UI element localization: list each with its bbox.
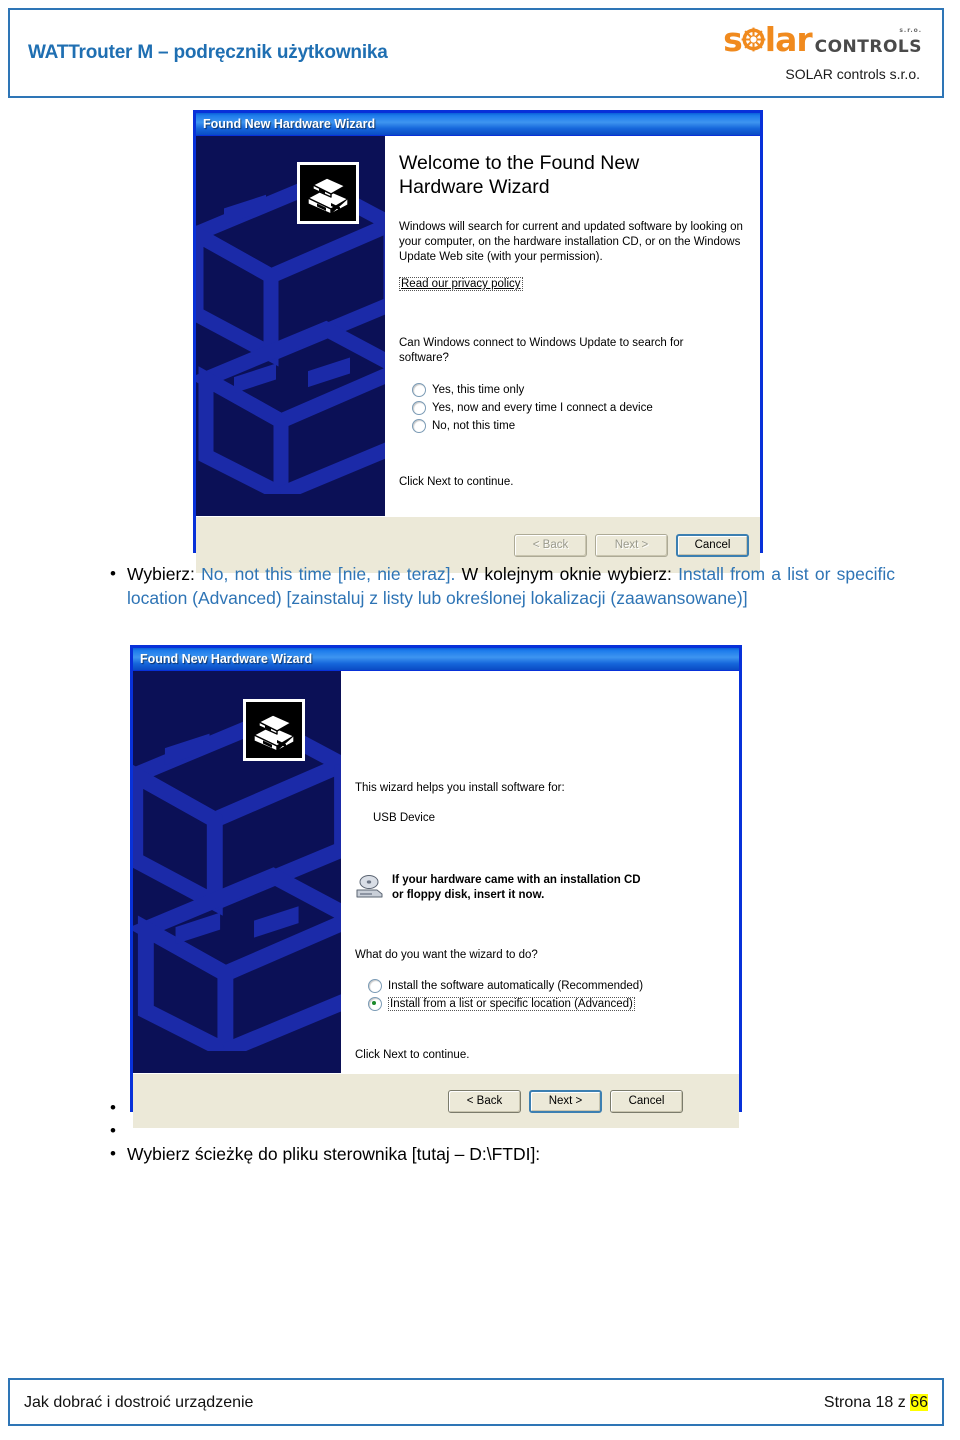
logo-controls-text: CONTROLS bbox=[814, 37, 922, 57]
hardware-watermark-icon bbox=[133, 701, 341, 1064]
logo-superscript-sro: s.r.o. bbox=[899, 27, 922, 34]
dialog1-hint: Click Next to continue. bbox=[399, 476, 514, 488]
bullet-marker: • bbox=[110, 564, 116, 583]
cancel-button-dialog2[interactable]: Cancel bbox=[610, 1089, 683, 1113]
dialog1-question: Can Windows connect to Windows Update to… bbox=[399, 337, 684, 365]
cd-note-line-1: If your hardware came with an installati… bbox=[392, 874, 641, 886]
radio-label-no-not-this-time[interactable]: No, not this time bbox=[432, 420, 515, 432]
radio-button-install-automatically[interactable] bbox=[368, 979, 382, 993]
dialog2-titlebar[interactable]: Found New Hardware Wizard bbox=[133, 648, 739, 671]
radio-row-no-not-this-time[interactable]: No, not this time bbox=[412, 419, 653, 433]
radio-button-no-not-this-time[interactable] bbox=[412, 419, 426, 433]
privacy-policy-link[interactable]: Read our privacy policy bbox=[399, 277, 523, 291]
dialog1-paragraph: Windows will search for current and upda… bbox=[399, 221, 743, 264]
dialog2-sidebar-graphic bbox=[133, 671, 341, 1073]
document-header: WATTrouter M – podręcznik użytkownika s bbox=[8, 8, 944, 98]
radio-row-yes-this-time[interactable]: Yes, this time only bbox=[412, 383, 653, 397]
empty-bullet-1: • bbox=[105, 1096, 127, 1119]
radio-row-yes-every-time[interactable]: Yes, now and every time I connect a devi… bbox=[412, 401, 653, 415]
radio-label-install-from-list[interactable]: Install from a list or specific location… bbox=[388, 997, 635, 1011]
bullet-marker: • bbox=[110, 1098, 116, 1117]
footer-page-prefix: Strona 18 z bbox=[823, 1394, 911, 1411]
bullet-marker: • bbox=[110, 1144, 116, 1163]
usb-hardware-icon bbox=[297, 162, 359, 224]
cd-note-line-2: or floppy disk, insert it now. bbox=[392, 888, 545, 901]
logo-mark: s lar s.r.o. CONTROLS bbox=[723, 22, 922, 56]
logo-letter-s: s bbox=[723, 19, 743, 59]
instruction-bullet-1-text: Wybierz: No, not this time [nie, nie ter… bbox=[127, 562, 895, 610]
dialog1-titlebar[interactable]: Found New Hardware Wizard bbox=[196, 113, 760, 136]
dialog1-sidebar-graphic bbox=[196, 136, 385, 516]
radio-row-install-automatically[interactable]: Install the software automatically (Reco… bbox=[368, 979, 643, 993]
instruction-bullet-2-text: Wybierz ścieżkę do pliku sterownika [tut… bbox=[127, 1144, 541, 1164]
cd-drive-icon bbox=[355, 874, 385, 905]
cancel-button-dialog1[interactable]: Cancel bbox=[676, 533, 749, 557]
brand-logo: s lar s.r.o. CONTROLS SOLAR controls s.r… bbox=[696, 18, 926, 92]
back-button-dialog1[interactable]: < Back bbox=[514, 533, 587, 557]
radio-label-yes-this-time[interactable]: Yes, this time only bbox=[432, 384, 524, 396]
radio-button-install-from-list[interactable] bbox=[368, 997, 382, 1011]
company-name: SOLAR controls s.r.o. bbox=[785, 66, 920, 82]
instruction-bullet-1: • Wybierz: No, not this time [nie, nie t… bbox=[105, 562, 895, 610]
dialog1-title: Found New Hardware Wizard bbox=[203, 117, 376, 131]
document-footer: Jak dobrać i dostroić urządzenie Strona … bbox=[8, 1378, 944, 1426]
logo-word-controls: s.r.o. CONTROLS bbox=[814, 28, 922, 57]
dialog2-device-name: USB Device bbox=[373, 812, 435, 824]
installation-cd-note: If your hardware came with an installati… bbox=[355, 873, 725, 905]
dialog2-intro: This wizard helps you install software f… bbox=[355, 782, 565, 794]
radio-row-install-from-list[interactable]: Install from a list or specific location… bbox=[368, 997, 643, 1011]
dialog2-question: What do you want the wizard to do? bbox=[355, 949, 538, 961]
radio-label-yes-every-time[interactable]: Yes, now and every time I connect a devi… bbox=[432, 402, 653, 414]
bullet1-seg1: Wybierz: bbox=[127, 564, 202, 584]
usb-hardware-icon bbox=[243, 699, 305, 761]
radio-button-yes-this-time[interactable] bbox=[412, 383, 426, 397]
dialog1-heading: Welcome to the Found New Hardware Wizard bbox=[399, 152, 640, 198]
dialog2-options-group[interactable]: Install the software automatically (Reco… bbox=[368, 979, 643, 1015]
cd-note-text: If your hardware came with an installati… bbox=[392, 873, 641, 903]
logo-letters-lar: lar bbox=[764, 19, 813, 59]
back-button-dialog2[interactable]: < Back bbox=[448, 1089, 521, 1113]
radio-label-install-automatically[interactable]: Install the software automatically (Reco… bbox=[388, 980, 643, 992]
dialog1-content: Welcome to the Found New Hardware Wizard… bbox=[385, 136, 760, 516]
footer-page-number: Strona 18 z 66 bbox=[824, 1394, 928, 1412]
sun-gear-icon bbox=[741, 27, 766, 52]
next-button-dialog1[interactable]: Next > bbox=[595, 533, 668, 557]
page-title: WATTrouter M – podręcznik użytkownika bbox=[28, 42, 388, 63]
next-button-dialog2[interactable]: Next > bbox=[529, 1089, 602, 1113]
dialog1-options-group[interactable]: Yes, this time only Yes, now and every t… bbox=[412, 383, 653, 437]
dialog2-body: This wizard helps you install software f… bbox=[133, 671, 739, 1073]
dialog2-button-bar: < Back Next > Cancel bbox=[133, 1073, 739, 1128]
footer-total-pages: 66 bbox=[910, 1394, 928, 1411]
found-new-hardware-wizard-dialog-2[interactable]: Found New Hardware Wizard This wizard he… bbox=[130, 645, 742, 1128]
empty-bullet-2: • bbox=[105, 1119, 127, 1142]
radio-button-yes-every-time[interactable] bbox=[412, 401, 426, 415]
bullet1-seg2: No, not this time [nie, nie teraz]. bbox=[201, 564, 456, 584]
bullet-marker: • bbox=[110, 1121, 116, 1140]
instruction-bullet-2: • Wybierz ścieżkę do pliku sterownika [t… bbox=[105, 1142, 895, 1166]
found-new-hardware-wizard-dialog-1[interactable]: Found New Hardware Wizard Welcome to the… bbox=[193, 110, 763, 573]
bullet1-seg3: W kolejnym oknie wybierz: bbox=[455, 564, 679, 584]
dialog2-hint: Click Next to continue. bbox=[355, 1049, 470, 1061]
dialog1-body: Welcome to the Found New Hardware Wizard… bbox=[196, 136, 760, 516]
dialog2-title: Found New Hardware Wizard bbox=[140, 652, 313, 666]
footer-chapter-title: Jak dobrać i dostroić urządzenie bbox=[24, 1394, 254, 1411]
dialog2-content: This wizard helps you install software f… bbox=[341, 671, 739, 1073]
